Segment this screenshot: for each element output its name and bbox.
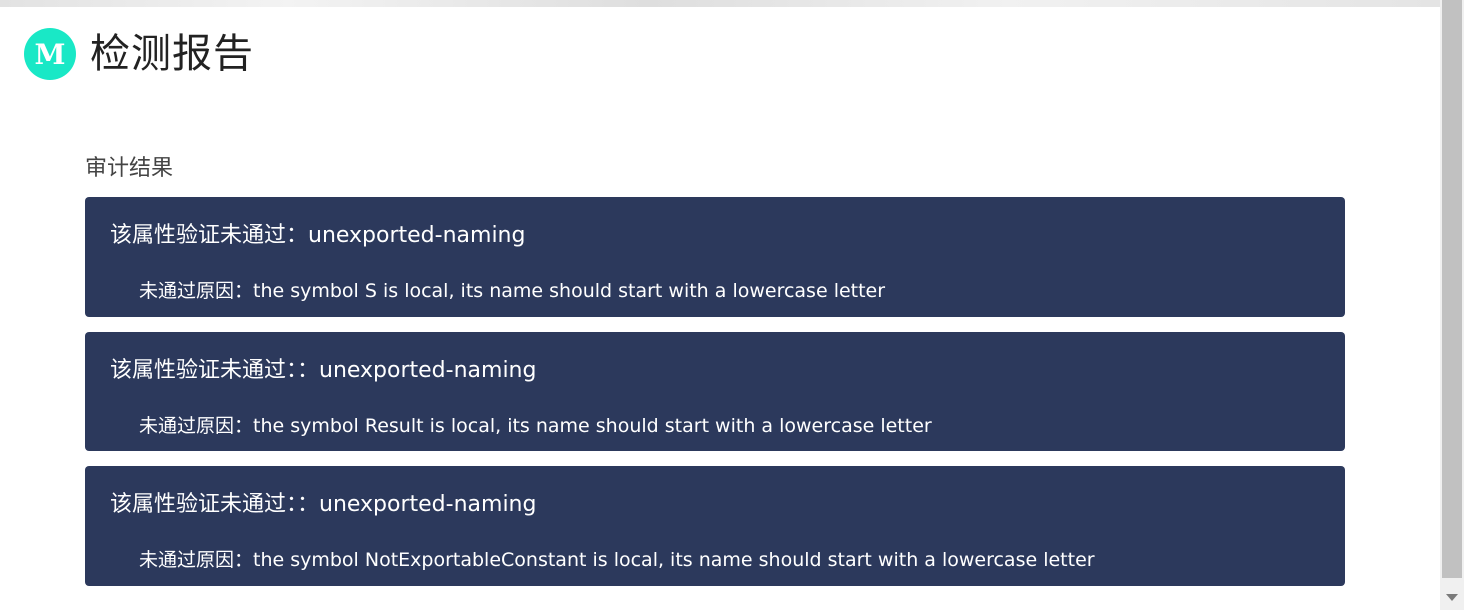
vertical-scrollbar[interactable]: [1440, 0, 1464, 610]
result-reason: 未通过原因：the symbol Result is local, its na…: [139, 415, 932, 437]
section-title: 审计结果: [85, 156, 174, 181]
top-banner-strip: [0, 0, 1440, 7]
result-reason: 未通过原因：the symbol NotExportableConstant i…: [139, 549, 1095, 571]
result-card: 该属性验证未通过：unexported-naming 未通过原因：the sym…: [85, 197, 1345, 317]
result-heading: 该属性验证未通过：unexported-naming: [110, 223, 526, 248]
result-heading: 该属性验证未通过：：unexported-naming: [110, 492, 537, 517]
result-reason: 未通过原因：the symbol S is local, its name sh…: [139, 280, 886, 302]
result-card: 该属性验证未通过：：unexported-naming 未通过原因：the sy…: [85, 466, 1345, 586]
page-title: 检测报告: [90, 31, 254, 77]
scroll-down-arrow-icon[interactable]: [1446, 594, 1458, 601]
scrollbar-thumb[interactable]: [1442, 0, 1462, 578]
results-list: 该属性验证未通过：unexported-naming 未通过原因：the sym…: [85, 197, 1345, 601]
result-heading: 该属性验证未通过：：unexported-naming: [110, 358, 537, 383]
page-header: M 检测报告: [24, 26, 254, 82]
result-card: 该属性验证未通过：：unexported-naming 未通过原因：the sy…: [85, 332, 1345, 451]
logo: M: [24, 28, 76, 80]
